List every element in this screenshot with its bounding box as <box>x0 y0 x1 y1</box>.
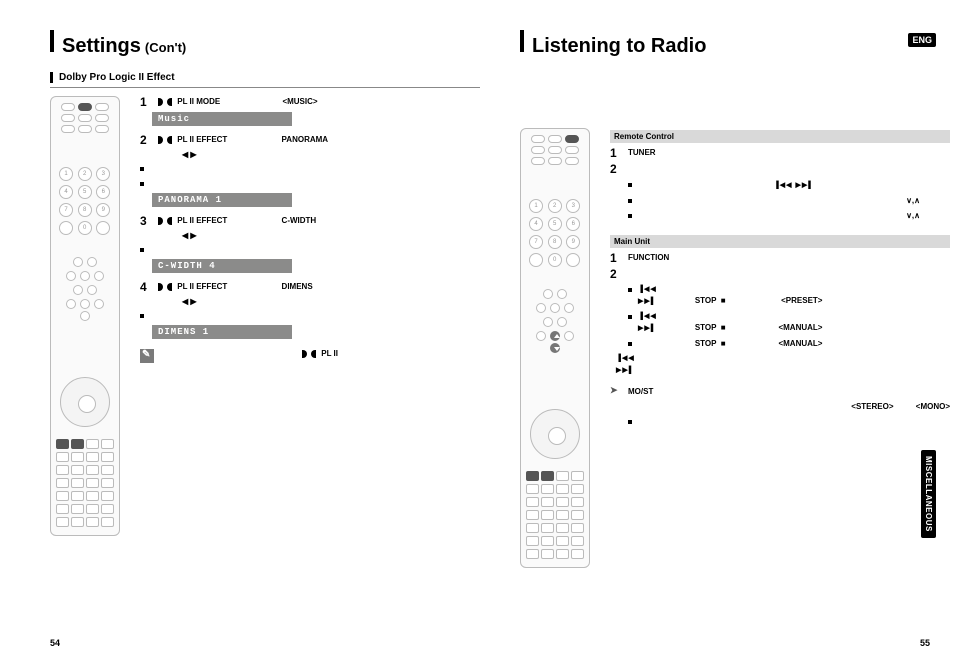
remote-numpad: 123 456 789 0 <box>529 199 581 267</box>
step-4: 4 PL II EFFECT DIMENS <box>140 281 480 293</box>
title-bar <box>520 30 524 52</box>
arrow-hints: ◀ ▶ <box>182 231 480 240</box>
stop-label: STOP <box>695 323 717 332</box>
manual-label: <MANUAL> <box>742 338 822 350</box>
step-value: <MUSIC> <box>282 97 317 106</box>
dolby-icon <box>158 217 172 225</box>
step-label: PL II EFFECT <box>177 282 227 291</box>
function-label: FUNCTION <box>628 253 669 262</box>
step-1: 1 PL II MODE <MUSIC> <box>140 96 480 108</box>
step-label: PL II MODE <box>177 97 220 106</box>
step-number: 1 <box>610 147 622 159</box>
stop-label: STOP <box>695 296 717 305</box>
manual-label: <MANUAL> <box>742 322 822 334</box>
mono-label: <MONO> <box>916 402 950 411</box>
step-label: PL II EFFECT <box>177 135 227 144</box>
transport-prev-next-icon: ▐◀◀ ▶▶▌ <box>638 311 678 335</box>
remote-dpad <box>530 409 580 459</box>
step-value: C-WIDTH <box>282 216 317 225</box>
transport-prev-next-icon: ▐◀◀ ▶▶▌ <box>638 284 678 308</box>
step-label: PL II EFFECT <box>177 216 227 225</box>
remote-numpad: 123 456 789 0 <box>59 167 111 235</box>
pointer-icon <box>610 386 622 396</box>
arrow-updown: ∨,∧ <box>906 196 920 205</box>
stereo-label: <STEREO> <box>851 402 893 411</box>
main-unit-header: Main Unit <box>610 235 950 248</box>
page-title: Listening to Radio <box>532 35 706 58</box>
step-number: 4 <box>140 281 152 293</box>
lcd-display-cwidth: C-WIDTH 4 <box>152 259 292 273</box>
remote-control-header: Remote Control <box>610 130 950 143</box>
dolby-icon <box>158 136 172 144</box>
remote-dpad <box>60 377 110 427</box>
step-3: 3 PL II EFFECT C-WIDTH <box>140 215 480 227</box>
note-icon <box>140 349 154 363</box>
dolby-icon <box>158 98 172 106</box>
remote-illustration: 123 456 789 0 <box>50 96 120 536</box>
note-row: PL II <box>140 349 480 363</box>
page-title-suffix: (Con't) <box>145 40 186 55</box>
transport-prev-next-icon: ▐◀◀ ▶▶▌ <box>774 182 814 189</box>
step-value: DIMENS <box>282 282 313 291</box>
arrow-hints: ◀ ▶ <box>182 297 480 306</box>
step-2: 2 PL II EFFECT PANORAMA <box>140 134 480 146</box>
step-number: 3 <box>140 215 152 227</box>
lcd-display-dimens: DIMENS 1 <box>152 325 292 339</box>
step-number: 2 <box>140 134 152 146</box>
page-right: Listening to Radio 123 456 789 0 <box>520 30 950 568</box>
section-heading: Dolby Pro Logic II Effect <box>59 72 175 83</box>
page-number-right: 55 <box>920 638 930 648</box>
stop-label: STOP <box>695 339 717 348</box>
main-step-1: 1 FUNCTION <box>610 252 950 264</box>
tuning-down-icon <box>550 343 560 353</box>
preset-label: <PRESET> <box>742 295 822 307</box>
step-number: 1 <box>140 96 152 108</box>
arrow-updown: ∨,∧ <box>906 211 920 220</box>
step-number: 1 <box>610 252 622 264</box>
page-title: Settings <box>62 35 141 58</box>
tuner-label: TUNER <box>628 148 656 157</box>
section-bar <box>50 72 53 83</box>
most-label: MO/ST <box>628 387 653 396</box>
remote-illustration: 123 456 789 0 <box>520 128 590 568</box>
page-left: Settings (Con't) Dolby Pro Logic II Effe… <box>50 30 480 536</box>
remote-step-1: 1 TUNER <box>610 147 950 159</box>
step-number: 2 <box>610 268 622 280</box>
arrow-hints: ◀ ▶ <box>182 150 480 159</box>
note-label: PL II <box>321 349 338 358</box>
remote-step-2: 2 <box>610 163 950 175</box>
step-number: 2 <box>610 163 622 175</box>
transport-prev-next-icon: ▐◀◀ ▶▶▌ <box>616 353 656 377</box>
title-bar <box>50 30 54 52</box>
tuning-up-icon <box>550 331 560 341</box>
dolby-icon <box>158 283 172 291</box>
instructions-right: Remote Control 1 TUNER 2 ▐◀◀ ▶▶▌ ∨,∧ ∨,∧… <box>610 120 950 431</box>
page-number-left: 54 <box>50 638 60 648</box>
dolby-icon <box>302 350 316 358</box>
instructions-left: 1 PL II MODE <MUSIC> Music 2 PL II EFFEC… <box>140 88 480 363</box>
main-step-2: 2 <box>610 268 950 280</box>
lcd-display-panorama: PANORAMA 1 <box>152 193 292 207</box>
step-value: PANORAMA <box>282 135 329 144</box>
lcd-display-music: Music <box>152 112 292 126</box>
